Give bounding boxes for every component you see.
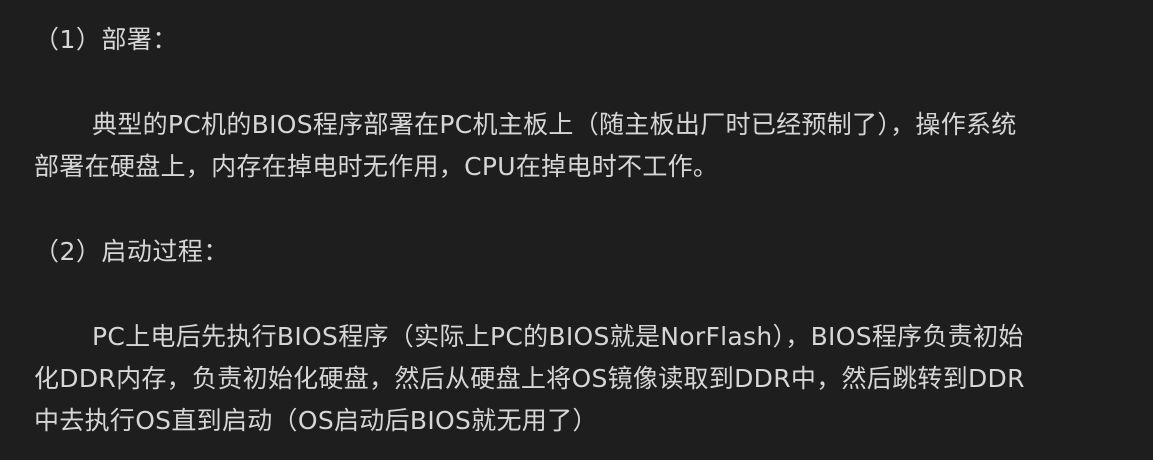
paragraph-line: 中去执行OS直到启动（OS启动后BIOS就无用了） (34, 406, 598, 435)
section-heading-boot-process: （2）启动过程： (34, 237, 229, 266)
paragraph-line: 典型的PC机的BIOS程序部署在PC机主板上（随主板出厂时已经预制了），操作系统 (92, 110, 1017, 139)
document-body: （1）部署： 典型的PC机的BIOS程序部署在PC机主板上（随主板出厂时已经预制… (0, 0, 1153, 460)
paragraph-line: PC上电后先执行BIOS程序（实际上PC的BIOS就是NorFlash），BIO… (92, 322, 1024, 351)
paragraph-boot-process: PC上电后先执行BIOS程序（实际上PC的BIOS就是NorFlash），BIO… (34, 316, 1134, 442)
paragraph-line: 部署在硬盘上，内存在掉电时无作用，CPU在掉电时不工作。 (34, 152, 719, 181)
paragraph-deployment: 典型的PC机的BIOS程序部署在PC机主板上（随主板出厂时已经预制了），操作系统… (34, 104, 1134, 188)
paragraph-line: 化DDR内存，负责初始化硬盘，然后从硬盘上将OS镜像读取到DDR中，然后跳转到D… (34, 364, 1025, 393)
section-heading-deployment: （1）部署： (34, 25, 178, 54)
